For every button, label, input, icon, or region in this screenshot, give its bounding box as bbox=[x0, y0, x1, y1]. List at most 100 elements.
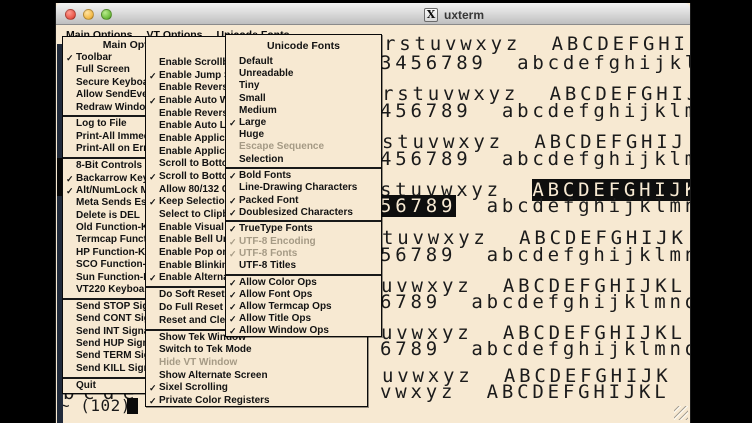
close-button[interactable] bbox=[65, 9, 76, 20]
checkmark-icon: ✓ bbox=[229, 313, 239, 325]
checkmark-gutter bbox=[149, 315, 159, 328]
menu-item-tiny[interactable]: Tiny bbox=[226, 80, 381, 92]
menu-item-label: Private Color Registers bbox=[159, 395, 270, 407]
menu-item-label: Doublesized Characters bbox=[239, 207, 353, 219]
menu-item-allow-font-ops[interactable]: ✓Allow Font Ops bbox=[226, 289, 381, 301]
menu-item-label: Escape Sequence bbox=[239, 141, 324, 153]
menu-item-huge[interactable]: Huge bbox=[226, 129, 381, 141]
menu-item-allow-window-ops[interactable]: ✓Allow Window Ops bbox=[226, 325, 381, 337]
checkmark-icon: ✓ bbox=[229, 325, 239, 337]
zoom-button[interactable] bbox=[101, 9, 112, 20]
menu-item-label: Delete is DEL bbox=[76, 210, 140, 222]
menu-item-unreadable[interactable]: Unreadable bbox=[226, 68, 381, 80]
checkmark-gutter bbox=[149, 158, 159, 171]
checkmark-icon: ✓ bbox=[229, 207, 239, 219]
checkmark-icon: ✓ bbox=[149, 272, 159, 285]
checkmark-gutter bbox=[149, 247, 159, 260]
menu-item-label: Default bbox=[239, 56, 273, 68]
menu-item-utf-8-titles[interactable]: UTF-8 Titles bbox=[226, 260, 381, 272]
checkmark-gutter bbox=[229, 182, 239, 194]
checkmark-gutter bbox=[149, 120, 159, 133]
checkmark-gutter bbox=[66, 313, 76, 325]
menu-item-packed-font[interactable]: ✓Packed Font bbox=[226, 195, 381, 207]
checkmark-gutter bbox=[66, 222, 76, 234]
menu-item-label: Do Full Reset bbox=[159, 302, 223, 315]
menu-item-allow-color-ops[interactable]: ✓Allow Color Ops bbox=[226, 277, 381, 289]
menu-item-label: Allow Termcap Ops bbox=[239, 301, 332, 313]
checkmark-icon: ✓ bbox=[229, 223, 239, 235]
menu-item-show-alternate-screen[interactable]: Show Alternate Screen bbox=[146, 370, 367, 383]
terminal-text: vwxyz ABCDEFGHIJKL bbox=[380, 381, 670, 403]
menu-item-label: 8-Bit Controls bbox=[76, 160, 142, 172]
menu-item-doublesized-characters[interactable]: ✓Doublesized Characters bbox=[226, 207, 381, 219]
checkmark-gutter bbox=[66, 160, 76, 172]
menu-item-utf-8-fonts: ✓UTF-8 Fonts bbox=[226, 248, 381, 260]
checkmark-icon: ✓ bbox=[229, 277, 239, 289]
menu-item-allow-title-ops[interactable]: ✓Allow Title Ops bbox=[226, 313, 381, 325]
selected-text: 56789 bbox=[380, 195, 456, 217]
checkmark-icon: ✓ bbox=[149, 95, 159, 108]
menu-item-sixel-scrolling[interactable]: ✓Sixel Scrolling bbox=[146, 382, 367, 395]
terminal-cursor bbox=[127, 398, 138, 414]
menu-item-utf-8-encoding: ✓UTF-8 Encoding bbox=[226, 236, 381, 248]
checkmark-gutter bbox=[149, 146, 159, 159]
menu-item-label: Show Alternate Screen bbox=[159, 370, 268, 383]
menu-item-label: Switch to Tek Mode bbox=[159, 344, 252, 357]
menu-item-truetype-fonts[interactable]: ✓TrueType Fonts bbox=[226, 223, 381, 235]
checkmark-gutter bbox=[66, 363, 76, 375]
checkmark-gutter bbox=[229, 154, 239, 166]
checkmark-gutter bbox=[229, 93, 239, 105]
checkmark-gutter bbox=[149, 260, 159, 273]
checkmark-icon: ✓ bbox=[149, 395, 159, 407]
menu-item-label: Hide VT Window bbox=[159, 357, 237, 370]
checkmark-gutter bbox=[66, 350, 76, 362]
checkmark-gutter bbox=[66, 338, 76, 350]
checkmark-icon: ✓ bbox=[149, 196, 159, 209]
checkmark-icon: ✓ bbox=[66, 52, 76, 64]
checkmark-gutter bbox=[149, 108, 159, 121]
menu-item-label: Line-Drawing Characters bbox=[239, 182, 357, 194]
menu-item-label: UTF-8 Fonts bbox=[239, 248, 297, 260]
checkmark-gutter bbox=[149, 133, 159, 146]
checkmark-icon: ✓ bbox=[229, 248, 239, 260]
titlebar[interactable]: X uxterm bbox=[56, 3, 690, 25]
menu-title: Unicode Fonts bbox=[226, 35, 381, 56]
terminal-text-line: 456789 abcdefghijklm bbox=[380, 102, 690, 121]
checkmark-gutter bbox=[229, 56, 239, 68]
checkmark-icon: ✓ bbox=[229, 195, 239, 207]
checkmark-gutter bbox=[66, 197, 76, 209]
menu-item-bold-fonts[interactable]: ✓Bold Fonts bbox=[226, 170, 381, 182]
menu-item-allow-termcap-ops[interactable]: ✓Allow Termcap Ops bbox=[226, 301, 381, 313]
checkmark-icon: ✓ bbox=[229, 289, 239, 301]
checkmark-gutter bbox=[66, 118, 76, 130]
menu-item-label: Redraw Window bbox=[76, 102, 153, 114]
menu-item-large[interactable]: ✓Large bbox=[226, 117, 381, 129]
resize-grip-icon[interactable] bbox=[674, 406, 688, 420]
menu-item-switch-to-tek-mode[interactable]: Switch to Tek Mode bbox=[146, 344, 367, 357]
checkmark-icon: ✓ bbox=[229, 117, 239, 129]
checkmark-gutter bbox=[229, 141, 239, 153]
checkmark-gutter bbox=[66, 64, 76, 76]
checkmark-gutter bbox=[66, 247, 76, 259]
terminal-text: 3456789 abcdefghijkl bbox=[380, 52, 690, 74]
menu-item-line-drawing-characters[interactable]: Line-Drawing Characters bbox=[226, 182, 381, 194]
checkmark-gutter bbox=[229, 80, 239, 92]
menu-item-label: Tiny bbox=[239, 80, 259, 92]
terminal-text: abcdefghijklmn bbox=[456, 195, 690, 217]
minimize-button[interactable] bbox=[83, 9, 94, 20]
checkmark-gutter bbox=[149, 332, 159, 345]
terminal-text-line: 56789 abcdefghijklmn bbox=[380, 246, 690, 265]
checkmark-gutter bbox=[66, 131, 76, 143]
checkmark-gutter bbox=[66, 77, 76, 89]
menu-item-private-color-registers[interactable]: ✓Private Color Registers bbox=[146, 395, 367, 407]
menu-item-default[interactable]: Default bbox=[226, 56, 381, 68]
menu-item-label: Small bbox=[239, 93, 266, 105]
checkmark-gutter bbox=[66, 210, 76, 222]
checkmark-gutter bbox=[66, 284, 76, 296]
terminal-text-line: 6789 abcdefghijklmno bbox=[380, 293, 690, 312]
menu-item-label: Selection bbox=[239, 154, 283, 166]
menu-item-label: Large bbox=[239, 117, 266, 129]
menu-item-medium[interactable]: Medium bbox=[226, 105, 381, 117]
menu-item-small[interactable]: Small bbox=[226, 93, 381, 105]
menu-item-selection[interactable]: Selection bbox=[226, 154, 381, 166]
